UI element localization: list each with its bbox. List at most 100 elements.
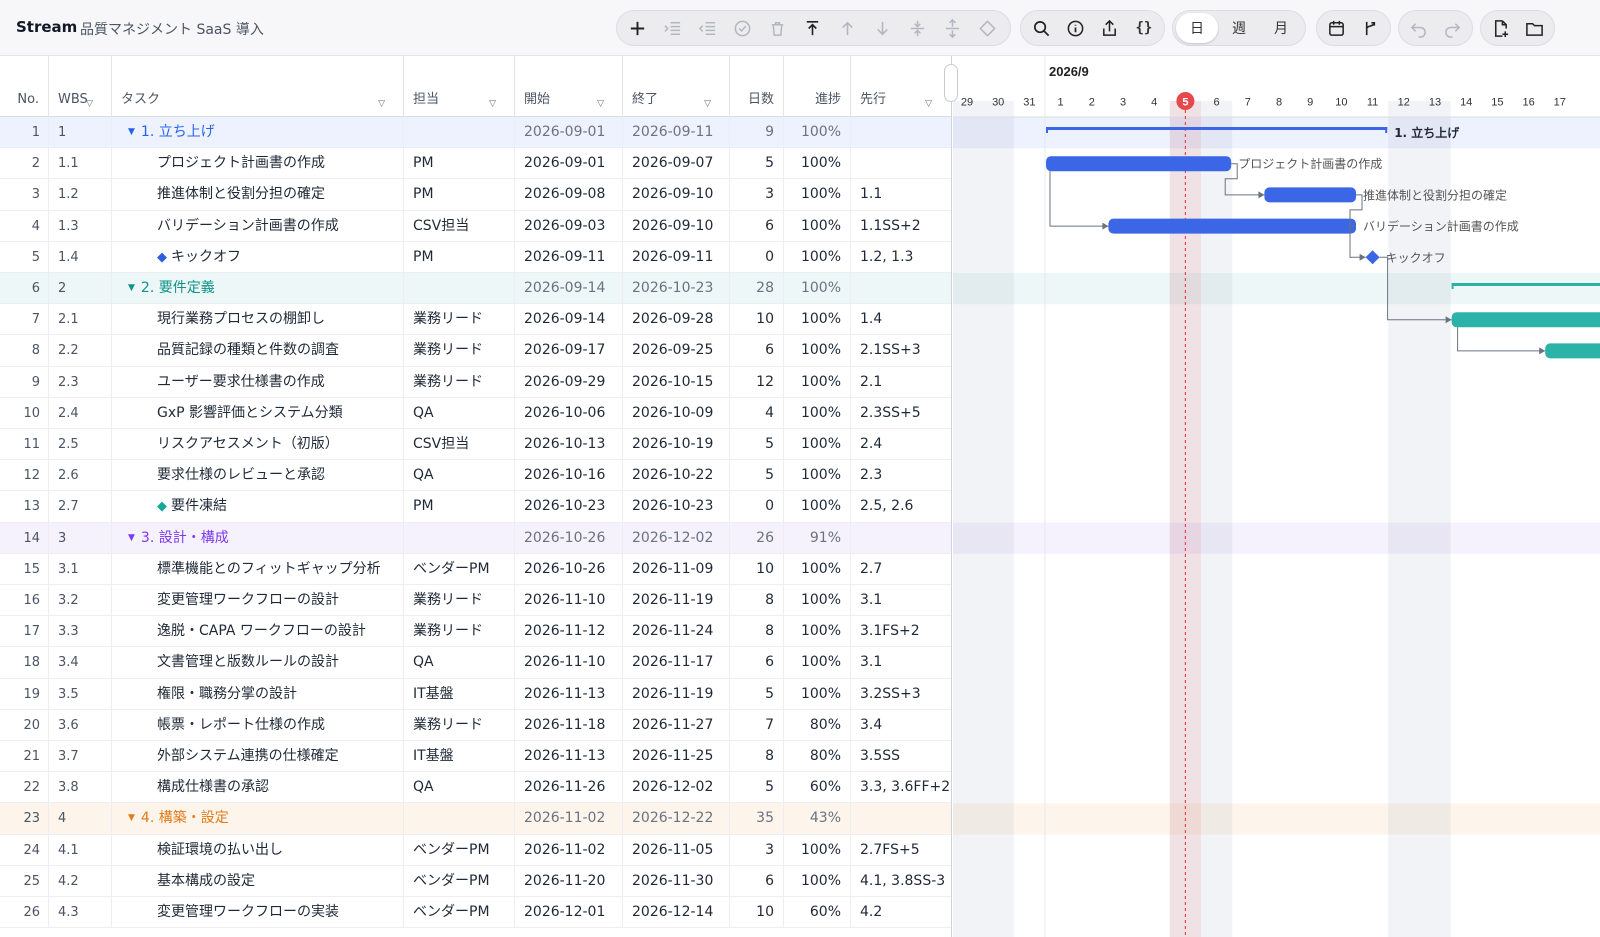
owner-cell[interactable]: ベンダーPM — [404, 865, 515, 897]
owner-cell[interactable]: 業務リード — [404, 616, 515, 648]
end-date-cell[interactable]: 2026-12-02 — [623, 772, 730, 804]
task-name-cell[interactable]: ▼ 2. 要件定義 — [112, 273, 404, 304]
end-date-cell[interactable]: 2026-09-25 — [623, 335, 730, 367]
task-name-cell[interactable]: プロジェクト計画書の作成 — [112, 148, 404, 180]
day-label[interactable]: 29 — [961, 97, 973, 109]
task-name-cell[interactable]: ▼ 3. 設計・構成 — [112, 522, 404, 554]
move-down-button[interactable] — [865, 13, 900, 43]
split-resize-handle[interactable] — [944, 64, 958, 102]
progress-cell[interactable]: 100% — [784, 491, 851, 523]
duration-days-cell[interactable]: 8 — [730, 741, 784, 772]
share-button[interactable] — [1093, 13, 1127, 43]
end-date-cell[interactable]: 2026-11-19 — [623, 678, 730, 710]
owner-cell[interactable]: 業務リード — [404, 585, 515, 616]
progress-cell[interactable]: 100% — [784, 179, 851, 211]
progress-cell[interactable]: 100% — [784, 148, 851, 180]
duration-days-cell[interactable]: 4 — [730, 397, 784, 429]
owner-cell[interactable]: CSV担当 — [404, 210, 515, 242]
start-date-cell[interactable]: 2026-10-26 — [515, 522, 623, 554]
wbs-code-cell[interactable]: 2.2 — [49, 335, 112, 367]
owner-cell[interactable] — [404, 522, 515, 554]
wbs-code-cell[interactable]: 4.1 — [49, 834, 112, 866]
scale-week-button[interactable]: 週 — [1218, 13, 1260, 43]
task-bar[interactable] — [1545, 343, 1600, 359]
task-bar[interactable] — [1451, 312, 1600, 328]
row-number-cell[interactable]: 21 — [0, 741, 49, 772]
progress-cell[interactable]: 100% — [784, 117, 851, 148]
end-date-cell[interactable]: 2026-09-11 — [623, 117, 730, 148]
progress-cell[interactable]: 100% — [784, 304, 851, 336]
row-number-cell[interactable]: 18 — [0, 647, 49, 679]
table-row[interactable]: 15 3.1 標準機能とのフィットギャップ分析 ベンダーPM 2026-10-26 202… — [0, 553, 951, 585]
filter-icon[interactable]: ▽ — [704, 99, 711, 109]
duration-days-cell[interactable]: 5 — [730, 429, 784, 460]
collapse-caret-icon[interactable]: ▼ — [128, 127, 135, 137]
start-date-cell[interactable]: 2026-09-08 — [515, 179, 623, 211]
end-date-cell[interactable]: 2026-11-27 — [623, 709, 730, 741]
start-date-cell[interactable]: 2026-11-13 — [515, 741, 623, 772]
scale-month-button[interactable]: 月 — [1260, 13, 1302, 43]
predecessors-cell[interactable]: 1.1SS+2 — [851, 211, 951, 242]
wbs-code-cell[interactable]: 3.8 — [49, 772, 112, 804]
owner-cell[interactable]: ベンダーPM — [404, 553, 515, 585]
wbs-code-cell[interactable]: 3.1 — [49, 553, 112, 585]
owner-cell[interactable]: QA — [404, 460, 515, 492]
duration-days-cell[interactable]: 6 — [730, 210, 784, 242]
predecessors-cell[interactable]: 3.1 — [851, 585, 951, 616]
row-number-cell[interactable]: 26 — [0, 897, 49, 928]
task-name-cell[interactable]: 逸脱・CAPA ワークフローの設計 — [112, 616, 404, 648]
predecessors-cell[interactable]: 3.1FS+2 — [851, 616, 951, 647]
start-date-cell[interactable]: 2026-11-26 — [515, 772, 623, 804]
predecessors-cell[interactable]: 3.3, 3.6FF+2, — [851, 772, 951, 803]
task-name-cell[interactable]: 構成仕様書の承認 — [112, 772, 404, 804]
progress-cell[interactable]: 100% — [784, 585, 851, 616]
wbs-code-cell[interactable]: 2.3 — [49, 366, 112, 398]
start-date-cell[interactable]: 2026-11-10 — [515, 585, 623, 616]
table-row[interactable]: 26 4.3 変更管理ワークフローの実装 ベンダーPM 2026-12-01 2026-1… — [0, 897, 951, 929]
duration-days-cell[interactable]: 10 — [730, 304, 784, 336]
end-date-cell[interactable]: 2026-09-10 — [623, 210, 730, 242]
col-header-pred[interactable]: 先行 ▽ — [851, 56, 951, 117]
end-date-cell[interactable]: 2026-10-15 — [623, 366, 730, 398]
start-date-cell[interactable]: 2026-10-26 — [515, 553, 623, 585]
progress-cell[interactable]: 100% — [784, 429, 851, 460]
predecessors-cell[interactable]: 4.1, 3.8SS-3 — [851, 866, 951, 897]
day-label[interactable]: 4 — [1151, 97, 1157, 109]
progress-cell[interactable]: 100% — [784, 834, 851, 866]
progress-cell[interactable]: 91% — [784, 522, 851, 554]
filter-icon[interactable]: ▽ — [489, 99, 496, 109]
owner-cell[interactable]: QA — [404, 647, 515, 679]
predecessors-cell[interactable]: 2.7FS+5 — [851, 835, 951, 866]
day-label[interactable]: 1 — [1058, 97, 1064, 109]
add-task-button[interactable] — [620, 13, 655, 43]
predecessors-cell[interactable]: 2.5, 2.6 — [851, 491, 951, 522]
predecessors-cell[interactable]: 2.1 — [851, 367, 951, 398]
owner-cell[interactable] — [404, 117, 515, 148]
wbs-code-cell[interactable]: 1 — [49, 117, 112, 148]
wbs-code-cell[interactable]: 2.5 — [49, 429, 112, 460]
task-name-cell[interactable]: 現行業務プロセスの棚卸し — [112, 304, 404, 336]
task-name-cell[interactable]: バリデーション計画書の作成 — [112, 210, 404, 242]
table-row[interactable]: 24 4.1 検証環境の払い出し ベンダーPM 2026-11-02 2026-11-05… — [0, 834, 951, 866]
wbs-code-cell[interactable]: 2.7 — [49, 491, 112, 523]
wbs-code-cell[interactable]: 1.2 — [49, 179, 112, 211]
row-number-cell[interactable]: 7 — [0, 304, 49, 336]
row-number-cell[interactable]: 25 — [0, 865, 49, 897]
start-date-cell[interactable]: 2026-10-23 — [515, 491, 623, 523]
table-row[interactable]: 12 2.6 要求仕様のレビューと承認 QA 2026-10-16 2026-10-22 5… — [0, 460, 951, 492]
search-button[interactable] — [1024, 13, 1058, 43]
day-label[interactable]: 8 — [1276, 97, 1282, 109]
owner-cell[interactable] — [404, 273, 515, 304]
wbs-code-cell[interactable]: 4.2 — [49, 865, 112, 897]
end-date-cell[interactable]: 2026-11-19 — [623, 585, 730, 616]
milestone-marker[interactable] — [1365, 250, 1380, 265]
end-date-cell[interactable]: 2026-12-02 — [623, 522, 730, 554]
day-label[interactable]: 11 — [1367, 97, 1378, 109]
owner-cell[interactable]: QA — [404, 772, 515, 804]
start-date-cell[interactable]: 2026-11-18 — [515, 709, 623, 741]
duration-days-cell[interactable]: 5 — [730, 678, 784, 710]
task-name-cell[interactable]: 検証環境の払い出し — [112, 834, 404, 866]
table-row[interactable]: 4 1.3 バリデーション計画書の作成 CSV担当 2026-09-03 2026-09-… — [0, 210, 951, 242]
start-date-cell[interactable]: 2026-10-13 — [515, 429, 623, 460]
col-header-days[interactable]: 日数 — [730, 56, 784, 117]
